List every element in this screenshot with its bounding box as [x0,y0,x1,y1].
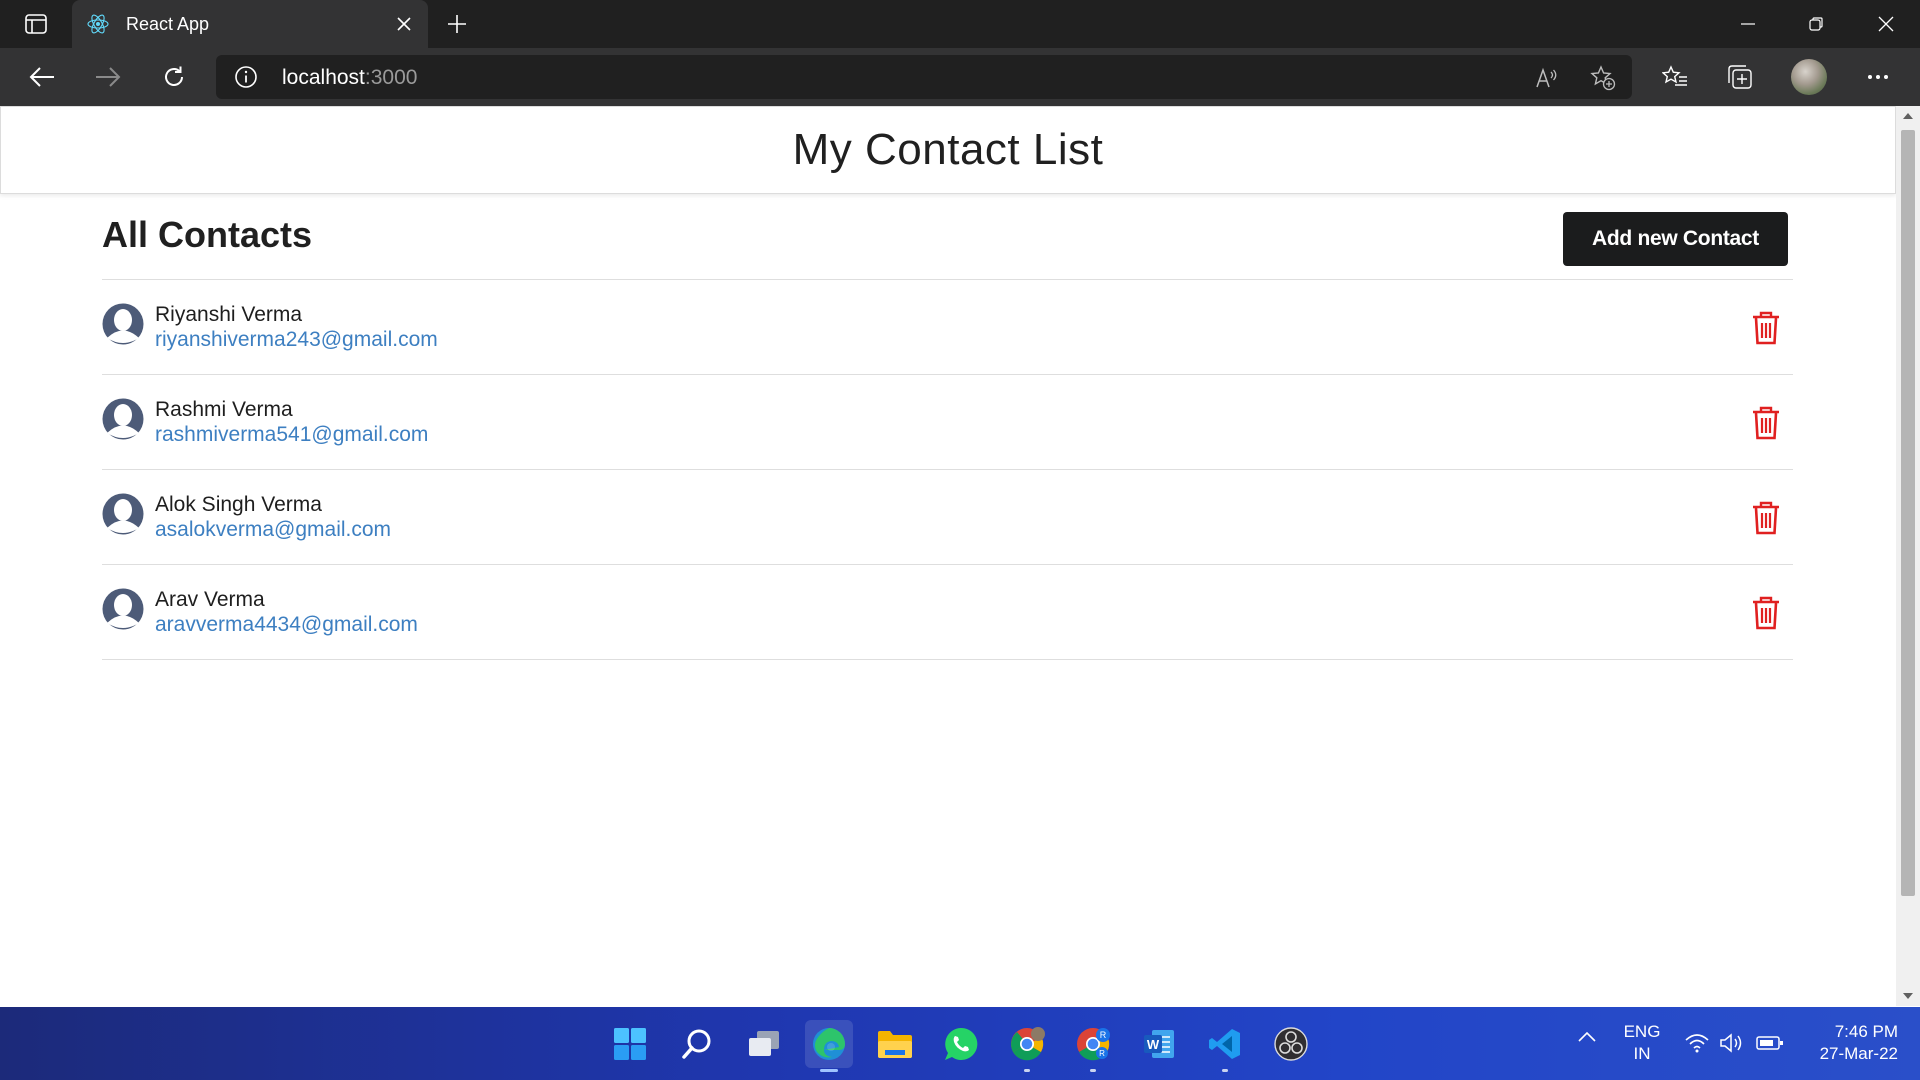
url-text[interactable]: localhost:3000 [282,66,417,90]
running-app-indicator [1024,1069,1030,1072]
edge-icon[interactable] [805,1020,853,1072]
user-avatar-icon [102,398,144,440]
forward-arrow-icon[interactable] [90,59,126,95]
user-avatar-icon [102,588,144,630]
refresh-icon[interactable] [156,59,192,95]
favorites-icon[interactable] [1659,61,1691,93]
contact-details: Arav Verma aravverma4434@gmail.com [155,587,418,637]
close-window-icon[interactable] [1852,0,1920,48]
collections-icon[interactable] [1724,61,1756,93]
contact-name: Riyanshi Verma [155,303,303,326]
restore-icon[interactable] [1782,0,1850,48]
contact-row: Rashmi Verma rashmiverma541@gmail.com [102,375,1793,470]
read-aloud-icon[interactable] [1534,65,1560,91]
vscode-icon[interactable] [1201,1020,1249,1072]
contact-details: Alok Singh Verma asalokverma@gmail.com [155,492,391,542]
running-app-indicator [1090,1069,1096,1072]
trash-icon[interactable] [1751,596,1781,630]
contact-name: Arav Verma [155,588,265,611]
url-host: localhost [282,66,365,89]
clock[interactable]: 7:46 PM 27-Mar-22 [1798,1021,1898,1065]
tab-title: React App [126,14,210,34]
add-contact-button[interactable]: Add new Contact [1563,212,1788,266]
tab-close-icon[interactable] [392,12,416,36]
trash-icon[interactable] [1751,311,1781,345]
back-arrow-icon[interactable] [24,59,60,95]
search-icon[interactable] [673,1020,721,1068]
language-code: ENG [1623,1022,1661,1041]
browser-tab-active[interactable]: React App [72,0,428,48]
running-app-indicator [1222,1069,1228,1072]
clock-time: 7:46 PM [1834,1022,1898,1041]
svg-text:R: R [1099,1049,1105,1058]
show-hidden-icons-chevron[interactable] [1578,1032,1596,1042]
profile-avatar[interactable] [1791,59,1827,95]
trash-icon[interactable] [1751,406,1781,440]
scroll-up-arrow-icon[interactable] [1902,112,1914,120]
page-viewport: My Contact List All Contacts Add new Con… [0,106,1896,1006]
contact-details: Rashmi Verma rashmiverma541@gmail.com [155,397,428,447]
chrome-profile-icon[interactable]: RR [1069,1020,1117,1072]
word-icon[interactable]: W [1135,1020,1183,1068]
contact-email[interactable]: rashmiverma541@gmail.com [155,422,428,447]
contact-details: Riyanshi Verma riyanshiverma243@gmail.co… [155,302,438,352]
active-app-indicator [820,1069,838,1072]
minimize-icon[interactable] [1714,0,1782,48]
user-avatar-icon [102,303,144,345]
whatsapp-icon[interactable] [937,1020,985,1068]
trash-icon[interactable] [1751,501,1781,535]
start-icon[interactable] [606,1020,654,1068]
contact-name: Rashmi Verma [155,398,293,421]
contact-email[interactable]: riyanshiverma243@gmail.com [155,327,438,352]
user-avatar-icon [102,493,144,535]
region-code: IN [1633,1044,1651,1063]
browser-tab-bar: React App [0,0,1920,48]
contact-name: Alok Singh Verma [155,493,322,516]
page-title: My Contact List [792,125,1104,174]
svg-text:R: R [1100,1030,1107,1040]
address-bar[interactable]: localhost:3000 [216,55,1632,99]
add-favorite-icon[interactable] [1590,65,1616,91]
scroll-thumb[interactable] [1901,130,1915,896]
svg-text:W: W [1147,1037,1160,1052]
contact-list: Riyanshi Verma riyanshiverma243@gmail.co… [102,279,1793,660]
scroll-down-arrow-icon[interactable] [1902,992,1914,1000]
more-options-icon[interactable] [1862,61,1894,93]
wifi-icon[interactable] [1685,1033,1709,1053]
battery-icon[interactable] [1756,1034,1784,1052]
app-header: My Contact List [0,106,1896,194]
contact-row: Riyanshi Verma riyanshiverma243@gmail.co… [102,280,1793,375]
chrome-icon[interactable] [1003,1020,1051,1072]
contact-row: Arav Verma aravverma4434@gmail.com [102,565,1793,660]
browser-toolbar: localhost:3000 [0,48,1920,106]
obs-icon[interactable] [1267,1020,1315,1068]
language-indicator[interactable]: ENG IN [1618,1021,1666,1065]
new-tab-icon[interactable] [442,10,472,38]
info-icon[interactable] [234,65,258,89]
url-port: :3000 [364,66,418,89]
tab-actions-icon[interactable] [16,12,56,36]
task-view-icon[interactable] [740,1020,788,1068]
page-scrollbar[interactable] [1896,106,1920,1006]
contact-email[interactable]: aravverma4434@gmail.com [155,612,418,637]
contact-row: Alok Singh Verma asalokverma@gmail.com [102,470,1793,565]
contact-email[interactable]: asalokverma@gmail.com [155,517,391,542]
clock-date: 27-Mar-22 [1819,1044,1898,1063]
windows-taskbar: RR W ENG IN 7:46 PM 27-Mar-22 [0,1007,1920,1080]
react-logo-icon [86,12,110,36]
volume-icon[interactable] [1719,1033,1745,1053]
section-title: All Contacts [102,214,313,255]
file-explorer-icon[interactable] [871,1020,919,1068]
